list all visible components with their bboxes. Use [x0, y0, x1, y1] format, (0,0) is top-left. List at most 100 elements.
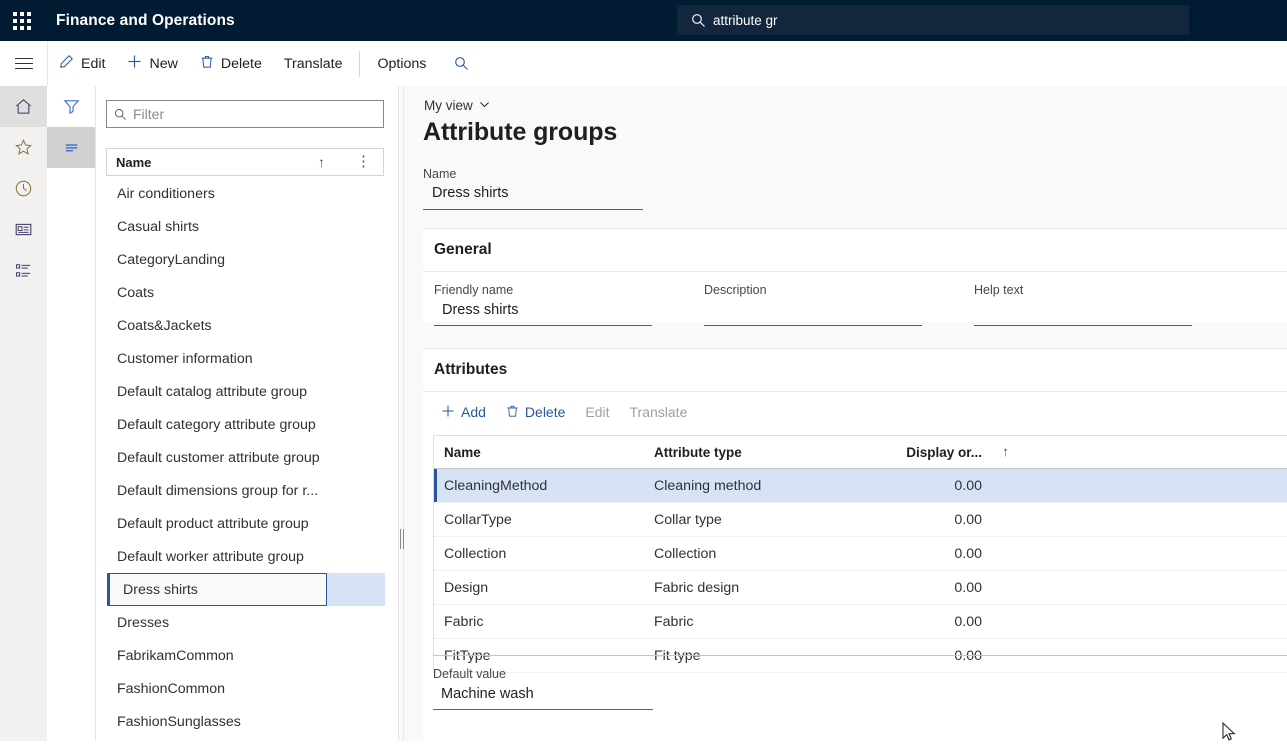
friendly-name-value: Dress shirts — [442, 302, 519, 318]
list-item[interactable]: Customer information — [107, 342, 385, 375]
app-title: Finance and Operations — [56, 12, 235, 30]
funnel-icon — [62, 97, 81, 116]
section-divider — [423, 271, 1287, 272]
edit-button[interactable]: Edit — [48, 41, 116, 86]
selection-indicator — [107, 574, 110, 605]
records-list-pane: Filter Name ↑ ⋮ Air conditioners Casual s… — [96, 86, 399, 741]
column-header-name[interactable]: Name — [434, 445, 654, 460]
cell-name: Design — [434, 580, 654, 596]
help-text-label: Help text — [974, 283, 1192, 297]
list-column-header[interactable]: Name ↑ ⋮ — [106, 148, 384, 176]
star-icon — [14, 138, 33, 157]
table-row-selected[interactable]: CleaningMethodCleaning method0.00 — [434, 469, 1287, 503]
list-item[interactable]: Default product attribute group — [107, 507, 385, 540]
table-row[interactable]: DesignFabric design0.00 — [434, 571, 1287, 605]
new-label: New — [149, 56, 177, 72]
cell-display-order: 0.00 — [872, 614, 982, 630]
section-divider — [423, 391, 1287, 392]
general-section: General Friendly name Dress shirts Descr… — [423, 228, 1287, 322]
workspace-card-icon — [14, 220, 33, 239]
list-item-label: Default category attribute group — [117, 417, 316, 433]
attributes-delete-label: Delete — [525, 404, 565, 420]
list-item-label: Default customer attribute group — [117, 450, 320, 466]
column-header-attribute-type[interactable]: Attribute type — [654, 445, 872, 460]
list-item[interactable]: Default worker attribute group — [107, 540, 385, 573]
global-search-input[interactable]: attribute gr — [677, 5, 1189, 35]
list-item[interactable]: Coats&Jackets — [107, 309, 385, 342]
filter-placeholder: Filter — [133, 106, 164, 122]
cell-name: Collection — [434, 546, 654, 562]
attributes-delete-button[interactable]: Delete — [496, 397, 575, 427]
options-button[interactable]: Options — [366, 41, 437, 86]
new-button[interactable]: New — [116, 41, 188, 86]
list-pane-toggle[interactable] — [47, 127, 95, 168]
list-item[interactable]: Default dimensions group for r... — [107, 474, 385, 507]
list-item[interactable]: Dresses — [107, 606, 385, 639]
default-value-input[interactable]: Machine wash — [433, 685, 653, 710]
list-item[interactable]: CategoryLanding — [107, 243, 385, 276]
vertical-ellipsis-icon[interactable]: ⋮ — [356, 152, 371, 172]
cell-name: CleaningMethod — [434, 478, 654, 494]
attributes-section-title: Attributes — [434, 361, 507, 379]
list-item-label: Air conditioners — [117, 186, 215, 202]
filter-pane-toggle[interactable] — [47, 86, 95, 127]
list-item-label: Default dimensions group for r... — [117, 483, 318, 499]
attributes-add-label: Add — [461, 404, 486, 420]
cell-attribute-type: Cleaning method — [654, 478, 872, 494]
list-item[interactable]: Casual shirts — [107, 210, 385, 243]
name-input[interactable]: Dress shirts — [423, 183, 643, 210]
description-field: Description — [704, 283, 922, 326]
chevron-down-icon — [479, 98, 490, 113]
list-item[interactable]: Default catalog attribute group — [107, 375, 385, 408]
column-header-display-order[interactable]: Display or... ↑ — [872, 445, 982, 460]
search-icon — [683, 13, 713, 28]
list-item[interactable]: FashionSunglasses — [107, 705, 385, 737]
help-text-input[interactable] — [974, 301, 1192, 326]
main-content: My view Attribute groups Name Dress shir… — [404, 86, 1287, 741]
list-item[interactable]: Default customer attribute group — [107, 441, 385, 474]
delete-button[interactable]: Delete — [189, 41, 273, 86]
list-item[interactable]: Default category attribute group — [107, 408, 385, 441]
waffle-grid-icon[interactable] — [0, 0, 44, 41]
attributes-translate-label: Translate — [630, 404, 688, 420]
filter-input[interactable]: Filter — [106, 100, 384, 128]
view-selector-label: My view — [424, 98, 473, 113]
table-row[interactable]: CollectionCollection0.00 — [434, 537, 1287, 571]
attributes-grid: Name Attribute type Display or... ↑ Clea… — [433, 435, 1287, 673]
table-row[interactable]: CollarTypeCollar type0.00 — [434, 503, 1287, 537]
command-bar-divider — [359, 51, 360, 77]
hamburger-icon[interactable] — [0, 41, 47, 86]
attributes-edit-button[interactable]: Edit — [575, 397, 619, 427]
list-item[interactable]: FashionCommon — [107, 672, 385, 705]
search-icon — [107, 108, 133, 121]
clock-icon — [14, 179, 33, 198]
table-row[interactable]: FabricFabric0.00 — [434, 605, 1287, 639]
list-item-label: Default product attribute group — [117, 516, 309, 532]
command-search-icon[interactable] — [443, 41, 479, 86]
translate-button[interactable]: Translate — [273, 41, 354, 86]
friendly-name-input[interactable]: Dress shirts — [434, 301, 652, 326]
sidebar-item-favorites[interactable] — [0, 127, 47, 168]
list-item[interactable]: FabrikamCommon — [107, 639, 385, 672]
navigation-rail — [0, 86, 48, 741]
list-item-label: FashionSunglasses — [117, 714, 241, 730]
name-field-label: Name — [423, 167, 456, 181]
description-input[interactable] — [704, 301, 922, 326]
column-header-display-order-label: Display or... — [906, 445, 982, 460]
attributes-translate-button[interactable]: Translate — [620, 397, 698, 427]
app-root: Finance and Operations attribute gr Edit… — [0, 0, 1287, 741]
view-selector[interactable]: My view — [424, 98, 490, 113]
list-item-selected[interactable]: Dress shirts — [107, 573, 327, 606]
sidebar-item-workspaces[interactable] — [0, 209, 47, 250]
sidebar-item-recent[interactable] — [0, 168, 47, 209]
sidebar-item-modules[interactable] — [0, 250, 47, 291]
attributes-add-button[interactable]: Add — [431, 397, 496, 427]
name-input-value: Dress shirts — [432, 185, 509, 201]
module-list-icon — [14, 261, 33, 280]
sidebar-item-home[interactable] — [0, 86, 47, 127]
list-item[interactable]: Air conditioners — [107, 177, 385, 210]
list-item-label: Dress shirts — [123, 582, 198, 598]
home-icon — [14, 97, 33, 116]
list-item[interactable]: Coats — [107, 276, 385, 309]
friendly-name-label: Friendly name — [434, 283, 652, 297]
